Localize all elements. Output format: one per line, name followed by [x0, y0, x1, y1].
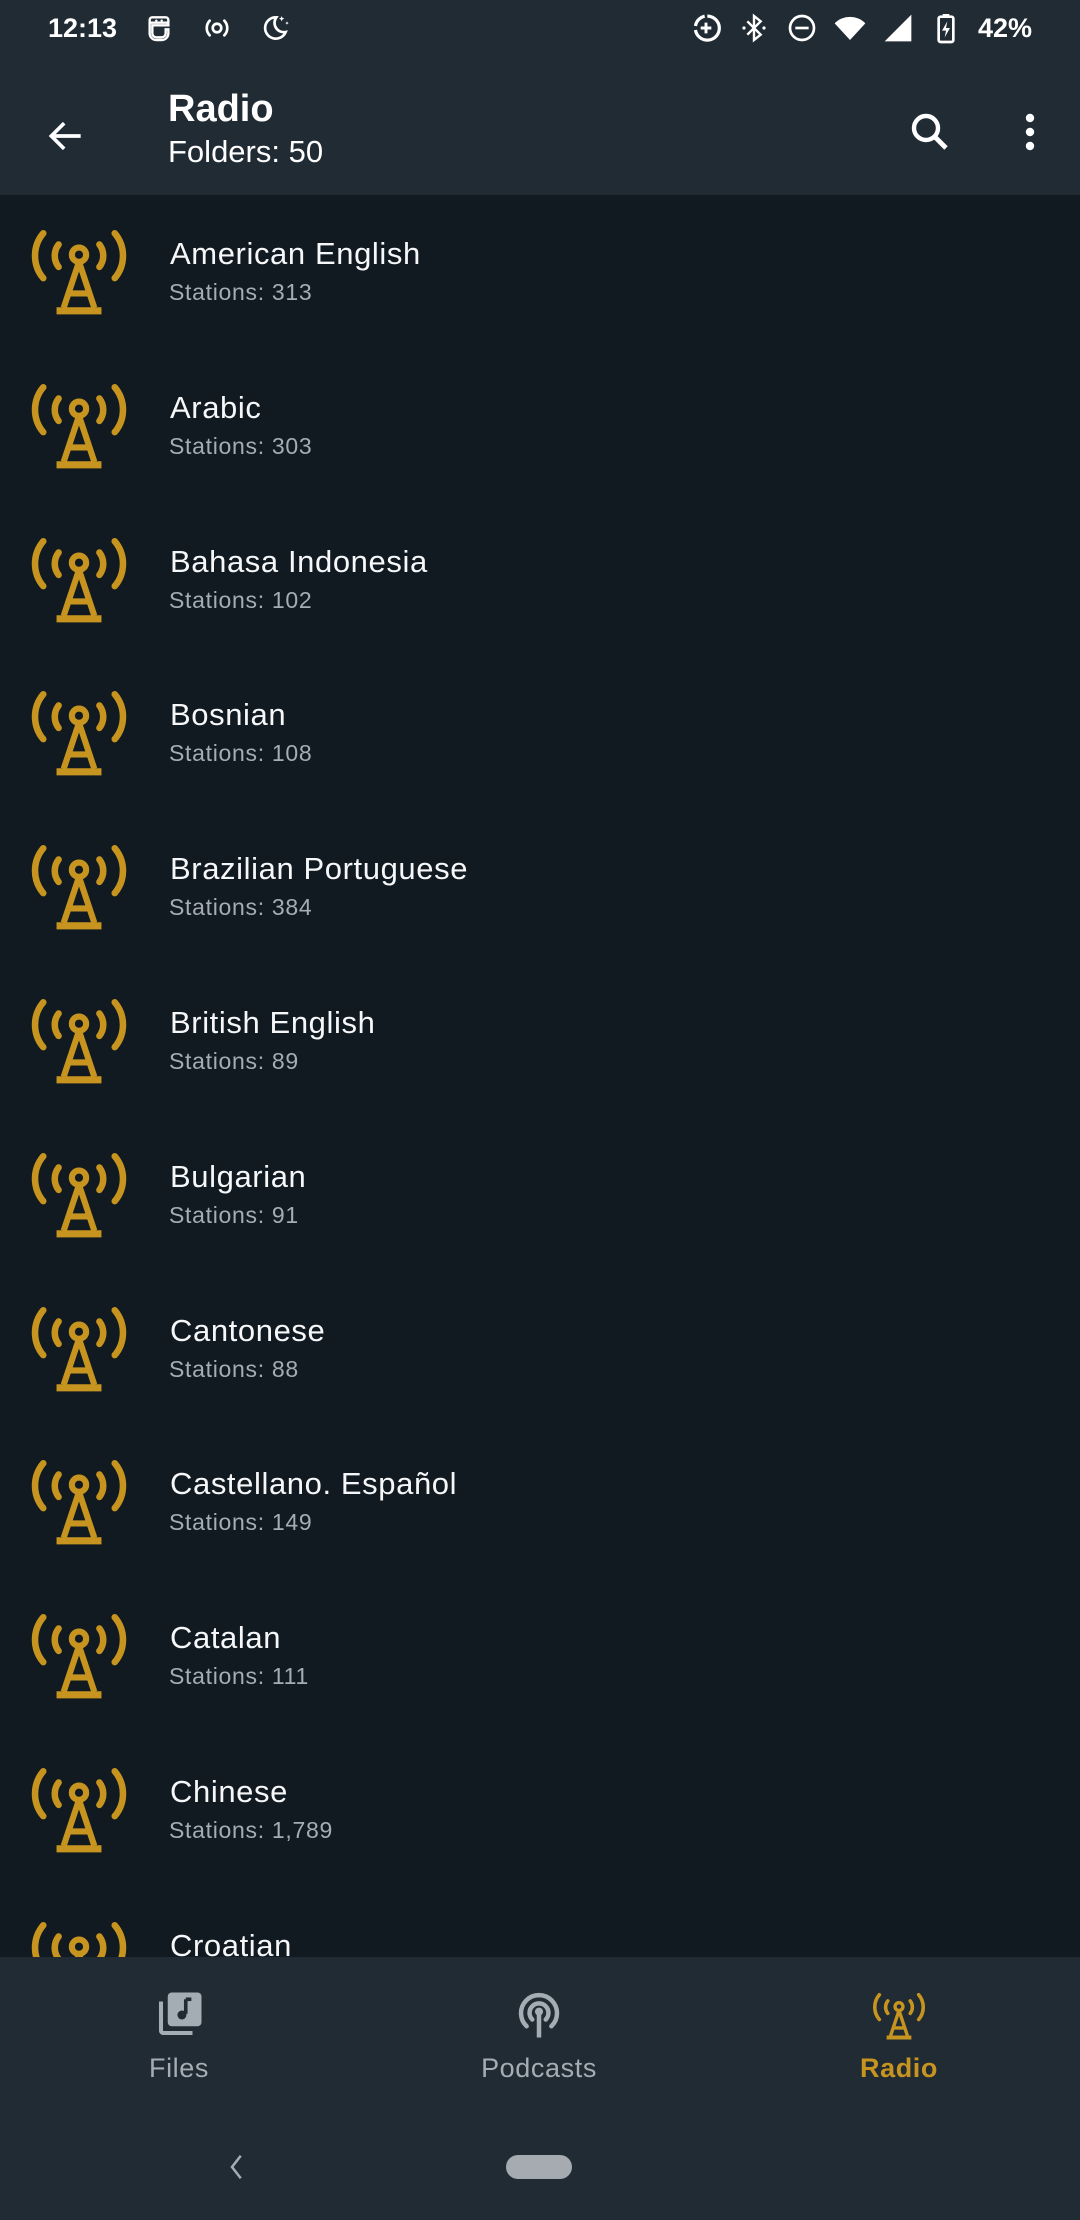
radio-tower-icon [30, 990, 128, 1088]
wifi-icon [834, 12, 866, 44]
tab-label: Radio [859, 2053, 938, 2083]
item-title: Catalan [170, 1620, 282, 1656]
radio-tower-icon [30, 1298, 128, 1396]
list-item[interactable]: British English Stations: 89 [0, 964, 1080, 1118]
radio-tower-icon [30, 1144, 128, 1242]
item-station-count: Stations: 108 [169, 740, 313, 767]
assistant-icon [143, 12, 175, 44]
status-bar: 12:13 42% [0, 0, 1080, 56]
tab-podcasts[interactable]: Podcasts [389, 1987, 689, 2097]
item-title: Croatian [170, 1927, 292, 1957]
radio-tower-icon [30, 836, 128, 934]
item-station-count: Stations: 1,789 [169, 1816, 333, 1843]
title-block: Radio Folders: 50 [168, 86, 323, 172]
bluetooth-icon [738, 12, 770, 44]
list-item[interactable]: Castellano. Español Stations: 149 [0, 1425, 1080, 1579]
radio-tower-icon [30, 529, 128, 627]
radio-tower-icon [30, 221, 128, 319]
list-item[interactable]: Croatian [0, 1887, 1080, 1957]
item-title: Chinese [170, 1773, 288, 1809]
list-item[interactable]: American English Stations: 313 [0, 195, 1080, 349]
item-title: Bahasa Indonesia [170, 543, 428, 579]
arrow-back-icon [48, 121, 81, 151]
bottom-navigation: Files Podcasts Radio [0, 1957, 1080, 2220]
radio-tower-icon [30, 1451, 128, 1549]
more-vert-icon [1025, 113, 1035, 151]
item-title: Bosnian [170, 697, 287, 733]
podcast-icon [511, 1987, 567, 2043]
tab-files[interactable]: Files [29, 1987, 329, 2097]
radio-tower-icon [30, 1605, 128, 1703]
bedtime-icon [259, 12, 291, 44]
back-button[interactable] [36, 106, 96, 166]
hotspot-icon [201, 12, 233, 44]
item-station-count: Stations: 149 [169, 1509, 313, 1536]
item-station-count: Stations: 88 [169, 1355, 299, 1382]
list-item[interactable]: Bahasa Indonesia Stations: 102 [0, 503, 1080, 657]
page-title: Radio [168, 88, 274, 130]
list-item[interactable]: Arabic Stations: 303 [0, 349, 1080, 503]
tab-label: Files [148, 2053, 209, 2083]
item-station-count: Stations: 111 [169, 1663, 309, 1690]
item-title: Cantonese [170, 1312, 326, 1348]
do-not-disturb-icon [786, 12, 818, 44]
item-title: British English [170, 1004, 376, 1040]
folder-list[interactable]: American English Stations: 313 Arabic St… [0, 195, 1080, 1957]
battery-charging-icon [930, 12, 962, 44]
search-button[interactable] [900, 102, 960, 162]
radio-tower-icon [30, 682, 128, 780]
item-station-count: Stations: 303 [169, 432, 313, 459]
item-station-count: Stations: 89 [169, 1047, 299, 1074]
list-item[interactable]: Bulgarian Stations: 91 [0, 1118, 1080, 1272]
list-item[interactable]: Cantonese Stations: 88 [0, 1272, 1080, 1426]
home-handle[interactable] [506, 2155, 572, 2179]
item-title: Brazilian Portuguese [170, 851, 469, 887]
music-library-icon [151, 1987, 207, 2043]
battery-percent: 42% [977, 12, 1032, 43]
app-bar: Radio Folders: 50 [0, 56, 1080, 195]
list-item[interactable]: Bosnian Stations: 108 [0, 656, 1080, 810]
search-icon [911, 113, 948, 150]
folder-count: Folders: 50 [168, 134, 324, 169]
tab-label: Podcasts [481, 2053, 597, 2083]
status-time: 12:13 [48, 12, 118, 43]
list-item[interactable]: Catalan Stations: 111 [0, 1579, 1080, 1733]
item-title: American English [170, 236, 421, 271]
item-title: Castellano. Español [170, 1466, 458, 1502]
list-item[interactable]: Chinese Stations: 1,789 [0, 1733, 1080, 1887]
item-station-count: Stations: 102 [169, 586, 313, 613]
radio-tower-icon [30, 1913, 128, 1957]
item-title: Arabic [170, 389, 262, 425]
item-station-count: Stations: 313 [169, 279, 313, 305]
item-title: Bulgarian [170, 1158, 307, 1194]
item-station-count: Stations: 384 [169, 894, 313, 921]
radio-tower-icon [30, 375, 128, 473]
item-station-count: Stations: 91 [169, 1201, 299, 1228]
more-options-button[interactable] [1000, 102, 1060, 162]
system-back-icon[interactable] [222, 2152, 252, 2182]
cell-signal-icon [882, 12, 914, 44]
list-item[interactable]: Brazilian Portuguese Stations: 384 [0, 810, 1080, 964]
radio-tower-icon [871, 1987, 927, 2043]
tab-radio[interactable]: Radio [749, 1987, 1049, 2097]
radio-tower-icon [30, 1759, 128, 1857]
data-saver-icon [690, 12, 722, 44]
